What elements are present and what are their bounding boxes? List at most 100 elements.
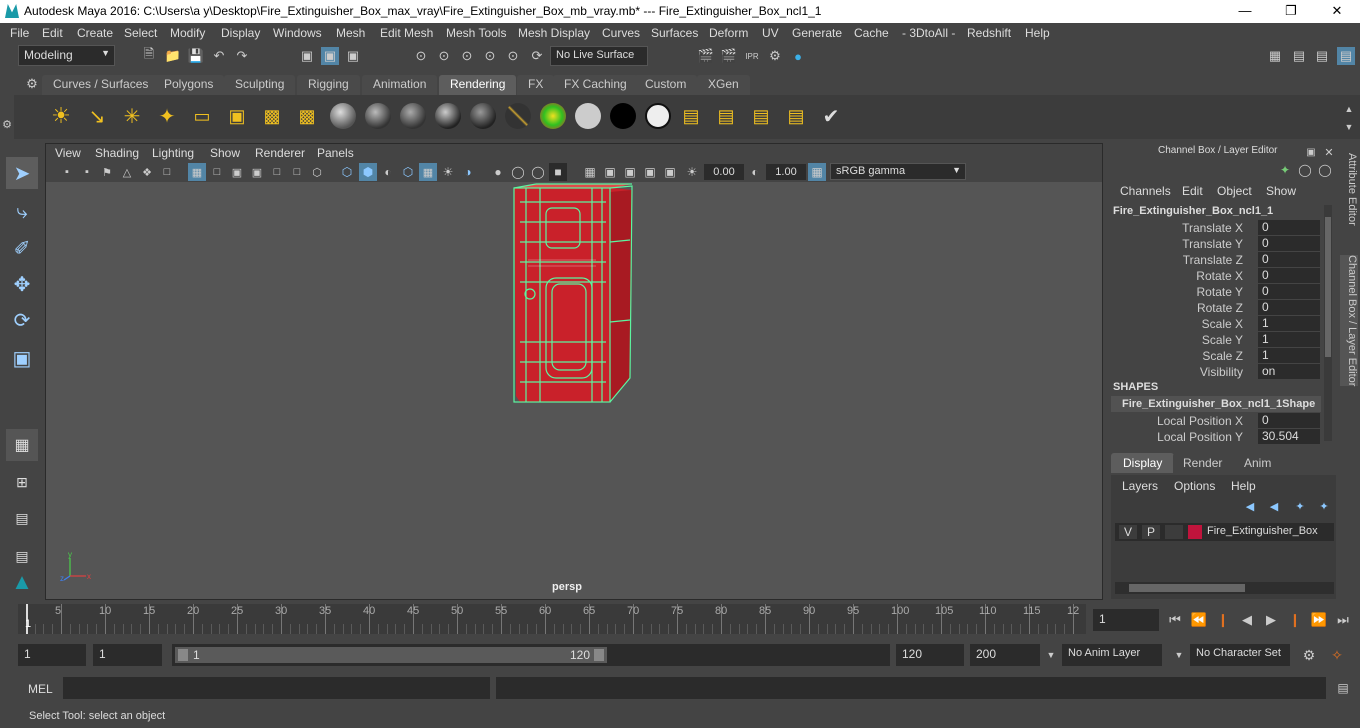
batch-render-icon[interactable]: ▤ (752, 106, 770, 126)
go-to-end-icon[interactable]: ⏭ (1334, 611, 1352, 629)
point-light-icon[interactable]: ☀ (51, 103, 71, 128)
textured-icon[interactable]: ▦ (419, 163, 437, 181)
anisotropic-icon[interactable] (470, 103, 496, 129)
channel-value[interactable]: 1 (1258, 316, 1320, 331)
channel-row[interactable]: Translate X 0 (1106, 220, 1321, 236)
playback-end-field[interactable]: 120 (896, 644, 964, 666)
snap-surface-icon[interactable]: ⊙ (504, 47, 522, 65)
shelf-scroll[interactable]: ▲ ▼ (1340, 100, 1358, 138)
command-input[interactable] (63, 677, 490, 699)
channel-row[interactable]: Scale X 1 (1106, 316, 1321, 332)
layered-shader-icon[interactable] (505, 103, 531, 129)
vp-menu-show[interactable]: Show (210, 146, 240, 160)
grid-icon[interactable]: ▦ (188, 163, 206, 181)
undo-icon[interactable]: ↶ (210, 47, 228, 65)
command-language-label[interactable]: MEL (28, 682, 53, 696)
perspective-viewport[interactable]: View Shading Lighting Show Renderer Pane… (45, 143, 1103, 600)
tab-curves-surfaces[interactable]: Curves / Surfaces (42, 75, 160, 95)
live-surface-field[interactable]: No Live Surface (550, 46, 648, 66)
gamma-icon[interactable]: ◐ (746, 163, 764, 181)
character-set-field[interactable]: No Character Set (1190, 644, 1290, 666)
snap-view-icon[interactable]: ⊙ (481, 47, 499, 65)
render-layer-icon[interactable]: ▤ (717, 106, 735, 126)
play-backward-icon[interactable]: ◀ (1238, 611, 1256, 629)
motion-blur-icon[interactable]: ◯ (509, 163, 527, 181)
channel-value[interactable]: 0 (1258, 252, 1320, 267)
cb-menu-edit[interactable]: Edit (1182, 184, 1203, 198)
channel-value[interactable]: 0 (1258, 268, 1320, 283)
snap-curve-icon[interactable]: ⊙ (435, 47, 453, 65)
layer-color-swatch[interactable] (1188, 525, 1202, 539)
menu-surfaces[interactable]: Surfaces (651, 26, 698, 40)
scene-end-field[interactable]: 200 (970, 644, 1040, 666)
current-time-field[interactable]: 1 (1093, 609, 1159, 631)
scroll-down-icon[interactable]: ▼ (1340, 118, 1358, 136)
exposure-field[interactable]: 0.00 (704, 164, 744, 180)
menu-file[interactable]: File (10, 26, 29, 40)
layer-menu-layers[interactable]: Layers (1122, 479, 1158, 493)
select-object-icon[interactable]: ▣ (321, 47, 339, 65)
close-panel-icon[interactable]: ✕ (1320, 143, 1338, 161)
channel-row[interactable]: Visibility on (1106, 364, 1321, 380)
playback-start-field[interactable]: 1 (93, 644, 162, 666)
layer-menu-help[interactable]: Help (1231, 479, 1256, 493)
go-to-start-icon[interactable]: ⏮ (1166, 611, 1184, 629)
ambient-occlusion-icon[interactable]: ● (489, 163, 507, 181)
camera-icon[interactable]: ▩ (263, 106, 281, 126)
anti-alias-icon[interactable]: ◯ (529, 163, 547, 181)
backface-icon[interactable]: ▣ (641, 163, 659, 181)
render-globals-icon[interactable]: ✔ (822, 106, 840, 128)
color-management-icon[interactable]: ▦ (808, 163, 826, 181)
lasso-tool-icon[interactable]: ⤷ (6, 196, 38, 228)
blinn-icon[interactable] (330, 103, 356, 129)
wire-on-shaded-icon[interactable]: ◐ (379, 163, 397, 181)
tab-render-layers[interactable]: Render (1173, 453, 1233, 473)
float-panel-icon[interactable]: ▣ (1302, 143, 1320, 161)
outliner-layout-icon[interactable]: ▤ (6, 502, 38, 534)
channel-value[interactable]: 30.504 (1258, 429, 1320, 444)
channel-row[interactable]: Local Position X 0 (1106, 413, 1321, 429)
shading-map-icon[interactable] (645, 103, 671, 129)
shape-name[interactable]: Fire_Extinguisher_Box_ncl1_1Shape (1111, 396, 1321, 412)
snap-grid-icon[interactable]: ⊙ (412, 47, 430, 65)
mode-selector[interactable]: Modeling ▼ (18, 45, 115, 66)
menu-deform[interactable]: Deform (709, 26, 748, 40)
hud-icon[interactable]: ▣ (661, 163, 679, 181)
close-button[interactable]: ✕ (1314, 0, 1360, 23)
phong-icon[interactable] (400, 103, 426, 129)
four-view-layout-icon[interactable]: ⊞ (6, 466, 38, 498)
ipr-render-icon[interactable]: IPR (743, 47, 761, 65)
layer-hscrollbar[interactable] (1115, 582, 1334, 594)
maximize-button[interactable]: ❐ (1268, 0, 1314, 23)
tab-animation[interactable]: Animation (362, 75, 438, 95)
step-forward-key-icon[interactable]: ⏩ (1310, 611, 1328, 629)
channel-value[interactable]: 0 (1258, 300, 1320, 315)
shelf-options-icon[interactable]: ⚙ (23, 75, 41, 93)
tab-sculpting[interactable]: Sculpting (224, 75, 296, 95)
channel-row[interactable]: Local Position Y 30.504 (1106, 429, 1321, 445)
layer-row[interactable]: V P Fire_Extinguisher_Box (1115, 523, 1334, 541)
isolate-select-icon[interactable]: ▦ (581, 163, 599, 181)
field-chart-icon[interactable]: ▣ (248, 163, 266, 181)
channel-row[interactable]: Rotate Y 0 (1106, 284, 1321, 300)
hypershade-icon[interactable]: ● (789, 47, 807, 65)
camera-aim-icon[interactable]: ▩ (298, 106, 316, 126)
menu-curves[interactable]: Curves (602, 26, 640, 40)
char-set-dropdown-icon[interactable]: ▼ (1170, 646, 1188, 664)
channel-sync-icon[interactable]: ◯ (1296, 161, 1314, 179)
tab-polygons[interactable]: Polygons (153, 75, 225, 95)
xray-joints-icon[interactable]: ▣ (601, 163, 619, 181)
select-component-icon[interactable]: ▣ (344, 47, 362, 65)
safe-action-icon[interactable]: □ (268, 163, 286, 181)
channel-row[interactable]: Translate Z 0 (1106, 252, 1321, 268)
render-frame-icon[interactable]: 🎬 (720, 47, 738, 65)
surface-shader-icon[interactable] (575, 103, 601, 129)
camera-attributes-icon[interactable]: ▪ (78, 163, 96, 181)
toggle-attribute-icon[interactable]: ▤ (1313, 47, 1331, 65)
new-scene-icon[interactable]: 🗎 (140, 46, 158, 65)
play-forward-icon[interactable]: ▶ (1262, 611, 1280, 629)
layer-display-type[interactable] (1165, 525, 1183, 539)
wireframe-icon[interactable]: ⬡ (308, 163, 326, 181)
tab-rigging[interactable]: Rigging (297, 75, 360, 95)
toggle-channel-box-icon[interactable]: ▤ (1337, 47, 1355, 65)
